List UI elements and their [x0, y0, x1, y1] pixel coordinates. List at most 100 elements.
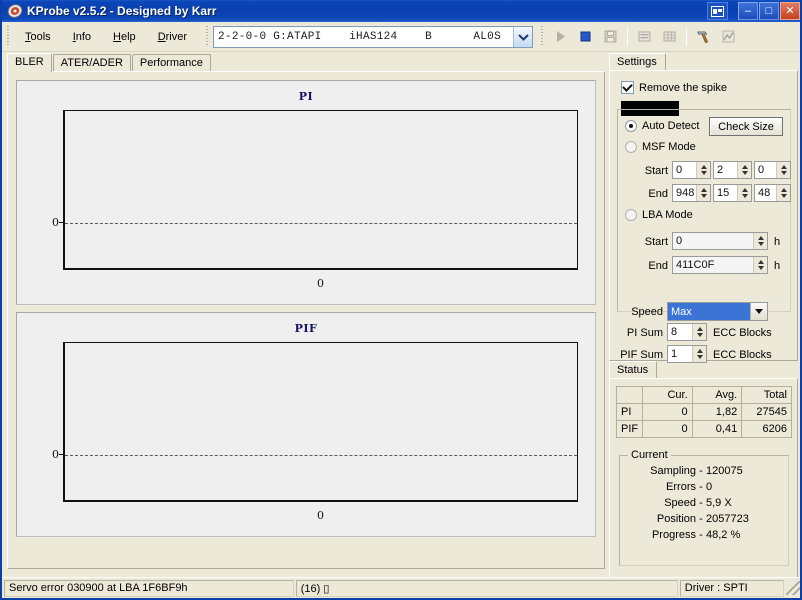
menu-rest-info: nfo — [75, 30, 92, 43]
chevron-down-icon[interactable] — [513, 26, 533, 47]
pif-chart-x-tick-label: 0 — [317, 509, 324, 522]
stat-speed-value: 5,9 X — [706, 497, 732, 509]
spinner-arrows-icon[interactable] — [692, 346, 706, 362]
right-column: Settings Remove the spike Auto Detect Ch… — [609, 53, 798, 578]
pif-sum-label: PIF Sum — [620, 349, 663, 361]
save-button[interactable] — [599, 26, 622, 48]
pif-chart-plot-area — [63, 342, 578, 502]
menu-grip-handle[interactable] — [5, 26, 12, 47]
graph-button[interactable] — [717, 26, 740, 48]
row-pif-total: 6206 — [741, 420, 792, 438]
stop-scan-button[interactable] — [574, 26, 597, 48]
spinner-arrows-icon[interactable] — [737, 162, 751, 178]
stat-sampling: Sampling - 120075 — [624, 465, 743, 477]
lba-mode-radio[interactable]: LBA Mode — [625, 209, 693, 221]
lba-start-spinner[interactable]: 0 — [672, 232, 768, 250]
stat-errors-value: 0 — [706, 481, 713, 493]
current-stats-title: Current — [628, 449, 671, 461]
row-pi-total: 27545 — [741, 403, 792, 421]
stat-errors-dash: - — [699, 481, 703, 493]
maximize-button[interactable]: □ — [759, 2, 779, 20]
msf-end-seconds-value: 15 — [717, 187, 730, 199]
title-bar: KProbe v2.5.2 - Designed by Karr – □ ✕ — [2, 0, 800, 22]
msf-start-frames-value: 0 — [758, 164, 765, 176]
msf-end-minutes-spinner[interactable]: 948 — [672, 184, 711, 202]
restore-panel-icon[interactable] — [707, 2, 728, 20]
spinner-arrows-icon[interactable] — [753, 257, 767, 273]
drive-grip-handle[interactable] — [204, 26, 212, 47]
drive-select-wrap: 2-2-0-0 G:ATAPI iHAS124 B AL0S — [213, 22, 534, 51]
row-pif-avg: 0,41 — [691, 420, 743, 438]
menu-item-driver[interactable]: Driver — [147, 28, 198, 46]
spinner-arrows-icon[interactable] — [737, 185, 751, 201]
spinner-arrows-icon[interactable] — [692, 324, 706, 340]
tab-ater-ader-label: ATER/ADER — [60, 57, 123, 69]
msf-start-seconds-spinner[interactable]: 2 — [713, 161, 752, 179]
spinner-arrows-icon[interactable] — [753, 233, 767, 249]
status-bar: Servo error 030900 at LBA 1F6BF9h (16) ▯… — [2, 577, 800, 598]
stat-position-key: Position — [656, 513, 696, 525]
msf-end-label: End — [648, 188, 668, 200]
msf-end-seconds-spinner[interactable]: 15 — [713, 184, 752, 202]
toolbar-separator-2 — [686, 27, 688, 46]
chevron-down-icon[interactable] — [750, 303, 767, 320]
tab-performance[interactable]: Performance — [131, 54, 211, 72]
msf-start-minutes-spinner[interactable]: 0 — [672, 161, 711, 179]
pi-chart-zero-gridline — [65, 223, 577, 224]
menu-item-help[interactable]: Help — [102, 28, 147, 46]
msf-mode-radio[interactable]: MSF Mode — [625, 141, 696, 153]
pi-chart[interactable]: PI 0 0 — [16, 80, 596, 305]
chart-icon — [722, 30, 735, 43]
menu-item-info[interactable]: Info — [62, 28, 102, 46]
spinner-arrows-icon[interactable] — [696, 185, 710, 201]
row-pi-avg: 1,82 — [691, 403, 743, 421]
menu-rest-tools: ools — [30, 30, 51, 43]
menu-rest-driver: river — [165, 30, 188, 43]
pi-chart-x-tick-label: 0 — [317, 277, 324, 290]
row-pif-cur: 0 — [642, 420, 693, 438]
msf-start-minutes-value: 0 — [676, 164, 683, 176]
tab-bler[interactable]: BLER — [7, 53, 52, 72]
spinner-arrows-icon[interactable] — [776, 162, 790, 178]
msf-start-seconds-value: 2 — [717, 164, 724, 176]
pi-sum-spinner[interactable]: 8 — [667, 323, 707, 341]
radio-selected-icon — [625, 120, 637, 132]
close-button[interactable]: ✕ — [780, 2, 800, 20]
row-pi-cur: 0 — [642, 403, 693, 421]
remove-spike-checkbox[interactable]: Remove the spike — [621, 81, 727, 94]
tools-button[interactable] — [692, 26, 715, 48]
grid-view-button[interactable] — [658, 26, 681, 48]
auto-detect-radio[interactable]: Auto Detect — [625, 120, 699, 132]
minimize-button[interactable]: – — [738, 2, 758, 20]
menu-accel-driver: D — [157, 30, 166, 43]
lba-end-spinner[interactable]: 411C0F — [672, 256, 768, 274]
msf-end-frames-value: 48 — [758, 187, 771, 199]
play-icon — [557, 31, 566, 42]
toolbar-grip-handle[interactable] — [539, 26, 547, 47]
grid-icon — [663, 31, 676, 42]
drive-combo-value: 2-2-0-0 G:ATAPI iHAS124 B AL0S — [218, 30, 501, 43]
pif-chart[interactable]: PIF 0 0 — [16, 312, 596, 537]
pif-sum-spinner[interactable]: 1 — [667, 345, 707, 363]
stat-speed-dash: - — [699, 497, 703, 509]
tab-ater-ader[interactable]: ATER/ADER — [52, 54, 131, 72]
status-bar-driver: Driver : SPTI — [679, 579, 784, 597]
stat-speed-key: Speed — [664, 497, 696, 509]
status-bar-message: Servo error 030900 at LBA 1F6BF9h — [4, 579, 294, 597]
maximize-icon: □ — [765, 4, 773, 17]
list-view-button[interactable] — [633, 26, 656, 48]
drive-combo[interactable]: 2-2-0-0 G:ATAPI iHAS124 B AL0S — [213, 25, 534, 48]
spinner-arrows-icon[interactable] — [696, 162, 710, 178]
check-size-button[interactable]: Check Size — [709, 117, 783, 136]
start-scan-button[interactable] — [549, 26, 572, 48]
msf-start-frames-spinner[interactable]: 0 — [754, 161, 791, 179]
resize-grip-icon[interactable] — [786, 581, 800, 595]
msf-end-frames-spinner[interactable]: 48 — [754, 184, 791, 202]
lba-start-label: Start — [644, 236, 668, 248]
col-rowname — [615, 386, 644, 404]
speed-combo[interactable]: Max — [667, 302, 768, 321]
spinner-arrows-icon[interactable] — [776, 185, 790, 201]
current-stats-group: Current Sampling - 120075 Errors - 0 Spe… — [619, 449, 789, 566]
pif-sum-value: 1 — [671, 348, 678, 360]
menu-item-tools[interactable]: Tools — [14, 28, 62, 46]
